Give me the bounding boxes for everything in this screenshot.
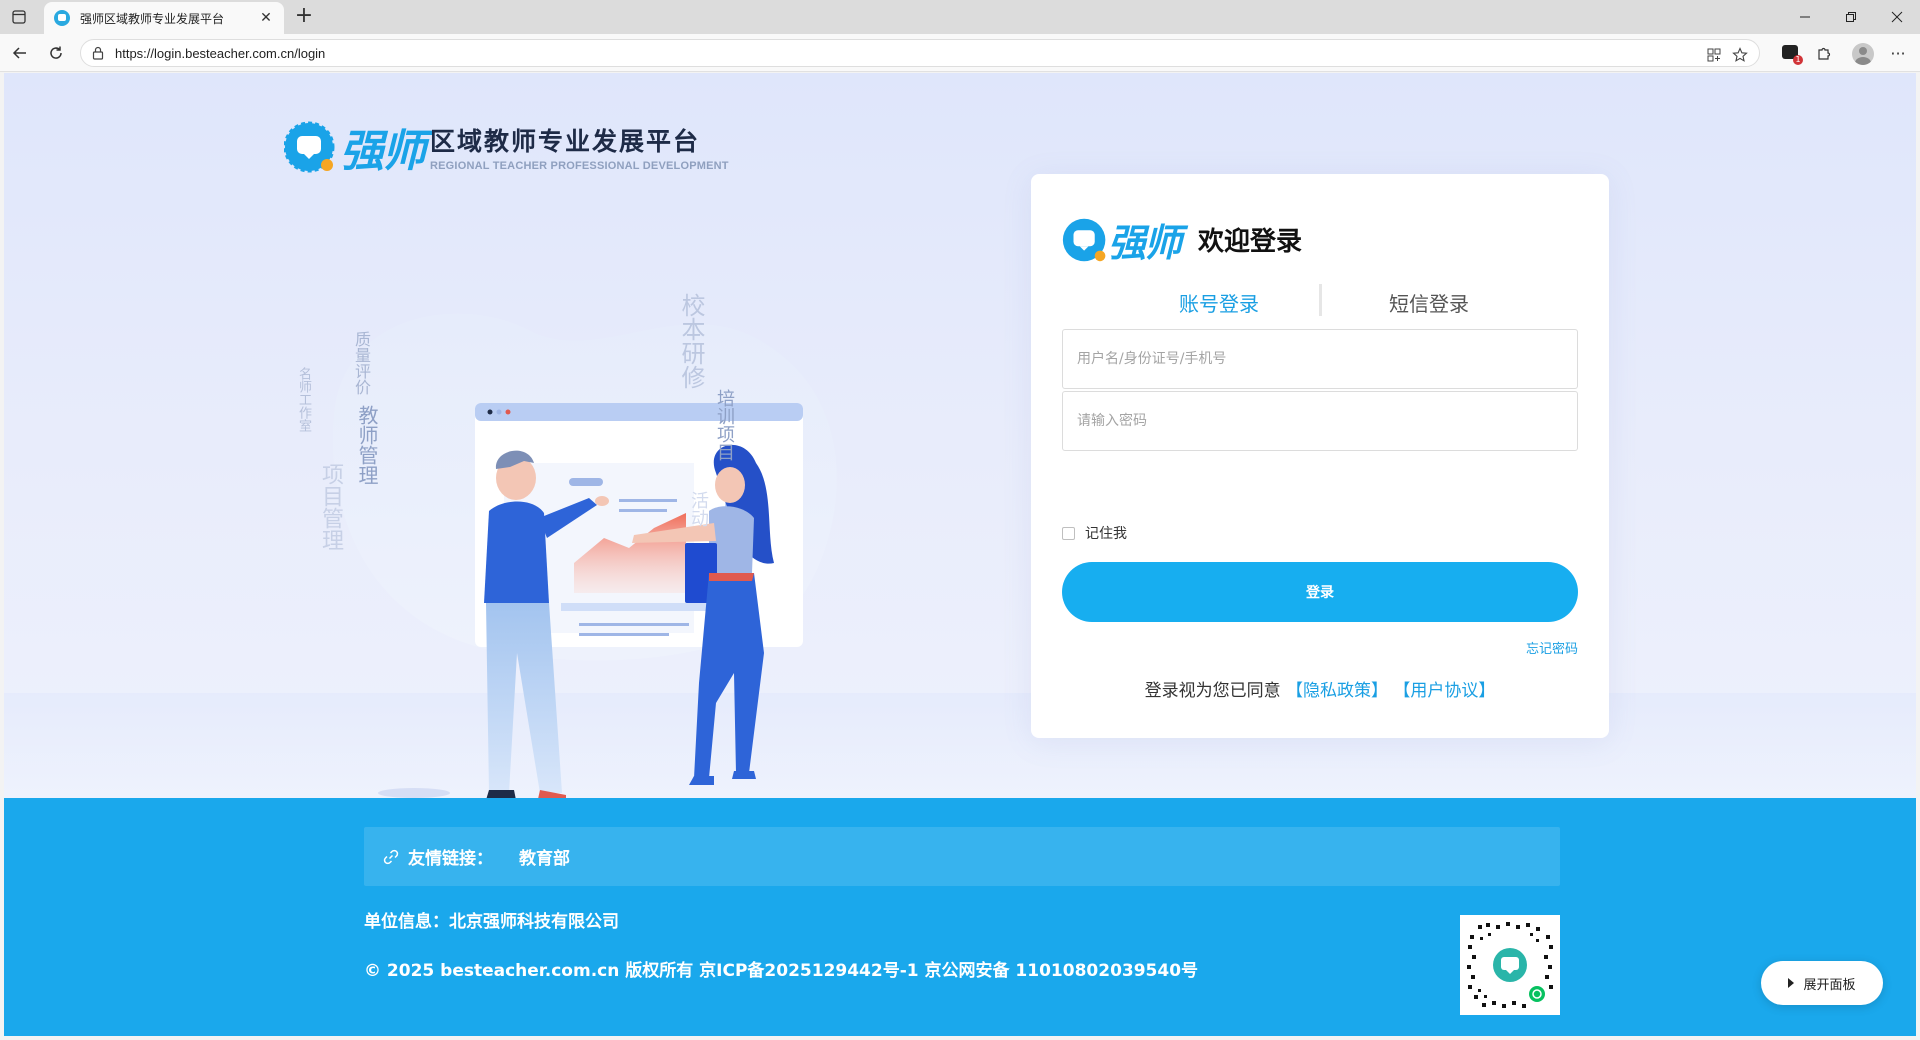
- qr-code: [1460, 915, 1560, 1015]
- back-icon[interactable]: [8, 41, 32, 65]
- tag-master-teacher-studio: 名师工作室: [296, 367, 311, 432]
- browser-tab-bar: 强师区域教师专业发展平台 ✕ +: [0, 0, 1920, 34]
- expand-panel-button[interactable]: 展开面板: [1761, 961, 1883, 1005]
- site-logo[interactable]: 强师 区域教师专业发展平台 REGIONAL TEACHER PROFESSIO…: [284, 115, 729, 179]
- friendly-links-bar: 友情链接： 教育部: [364, 827, 1560, 886]
- more-options-icon[interactable]: ···: [1886, 41, 1910, 65]
- tab-title: 强师区域教师专业发展平台: [80, 11, 225, 26]
- unit-info: 单位信息：北京强师科技有限公司: [364, 912, 619, 932]
- profile-avatar[interactable]: [1852, 43, 1874, 65]
- hero-section: 强师 区域教师专业发展平台 REGIONAL TEACHER PROFESSIO…: [4, 73, 1916, 803]
- refresh-icon[interactable]: [44, 41, 68, 65]
- address-bar[interactable]: https://login.besteacher.com.cn/login: [80, 39, 1760, 67]
- user-agreement-link[interactable]: 【用户协议】: [1393, 681, 1495, 701]
- login-card-header: 强师 欢迎登录: [1062, 212, 1302, 267]
- close-window-button[interactable]: [1874, 4, 1920, 30]
- lock-icon[interactable]: [91, 46, 105, 60]
- friendly-links-label: 友情链接：: [408, 849, 493, 869]
- username-input[interactable]: [1062, 329, 1578, 389]
- remember-me-label: 记住我: [1085, 526, 1127, 542]
- url-text: https://login.besteacher.com.cn/login: [115, 45, 326, 61]
- login-card: 强师 欢迎登录 账号登录 短信登录 记住我 登录 忘记密码 登录视为您已同意 【…: [1031, 174, 1609, 738]
- login-button[interactable]: 登录: [1062, 562, 1578, 622]
- remember-me-checkbox[interactable]: [1062, 526, 1075, 540]
- login-tabs: 账号登录 短信登录: [1031, 284, 1609, 324]
- tab-sms-login[interactable]: 短信登录: [1329, 288, 1529, 317]
- expand-panel-label: 展开面板: [1803, 977, 1856, 993]
- privacy-policy-link[interactable]: 【隐私政策】: [1286, 681, 1388, 701]
- browser-toolbar: https://login.besteacher.com.cn/login 1 …: [0, 34, 1920, 72]
- link-icon: [383, 849, 399, 864]
- site-footer: 友情链接： 教育部 单位信息：北京强师科技有限公司 © 2025 besteac…: [4, 798, 1916, 1036]
- teachers-presenting-illustration: [332, 313, 837, 803]
- copyright-text: © 2025 besteacher.com.cn 版权所有 京ICP备20251…: [364, 961, 1199, 981]
- card-brand-word: 强师: [1108, 221, 1182, 265]
- tag-project-management: 项目管理: [318, 463, 343, 551]
- hero-illustration: 质量评价 名师工作室 教师管理 项目管理 校本研修 培训项目 活动: [296, 273, 924, 813]
- new-tab-button[interactable]: +: [292, 5, 316, 29]
- logo-mark-icon: [284, 121, 335, 173]
- page-viewport: 强师 区域教师专业发展平台 REGIONAL TEACHER PROFESSIO…: [4, 73, 1916, 1036]
- logo-mark-icon: [1062, 218, 1106, 261]
- brand-name-cn: 区域教师专业发展平台: [430, 127, 701, 156]
- extensions-puzzle-icon[interactable]: [1812, 41, 1836, 65]
- login-title: 欢迎登录: [1198, 227, 1303, 257]
- brand-word: 强师: [340, 126, 426, 177]
- password-input[interactable]: [1062, 391, 1578, 451]
- restore-button[interactable]: [1828, 4, 1874, 30]
- brand-name-en: REGIONAL TEACHER PROFESSIONAL DEVELOPMEN…: [430, 160, 729, 172]
- extension-icon[interactable]: 1: [1782, 45, 1803, 65]
- close-tab-icon[interactable]: ✕: [258, 10, 274, 26]
- browser-tab-active[interactable]: 强师区域教师专业发展平台 ✕: [44, 2, 284, 34]
- tag-activity: 活动: [688, 491, 709, 527]
- favorite-star-icon[interactable]: [1731, 46, 1749, 64]
- tab-account-login[interactable]: 账号登录: [1119, 288, 1319, 317]
- app-available-icon[interactable]: [1705, 46, 1723, 64]
- tag-teacher-management: 教师管理: [355, 405, 379, 485]
- site-favicon-icon: [54, 10, 70, 26]
- tag-training-project: 培训项目: [714, 389, 735, 461]
- tag-school-based-study: 校本研修: [677, 293, 705, 389]
- link-ministry-of-education[interactable]: 教育部: [519, 844, 570, 869]
- agreement-prefix: 登录视为您已同意: [1144, 681, 1281, 701]
- minimize-button[interactable]: [1782, 4, 1828, 30]
- extension-badge-count: 1: [1793, 55, 1803, 65]
- tab-actions-icon[interactable]: [8, 6, 30, 28]
- remember-me[interactable]: 记住我: [1062, 523, 1127, 543]
- tag-quality-evaluation: 质量评价: [352, 331, 371, 395]
- forgot-password-link[interactable]: 忘记密码: [1526, 638, 1578, 657]
- mini-program-qr-code-icon: [1467, 922, 1553, 1008]
- caret-right-icon: [1788, 978, 1795, 988]
- agreement-text: 登录视为您已同意 【隐私政策】 【用户协议】: [1031, 676, 1609, 701]
